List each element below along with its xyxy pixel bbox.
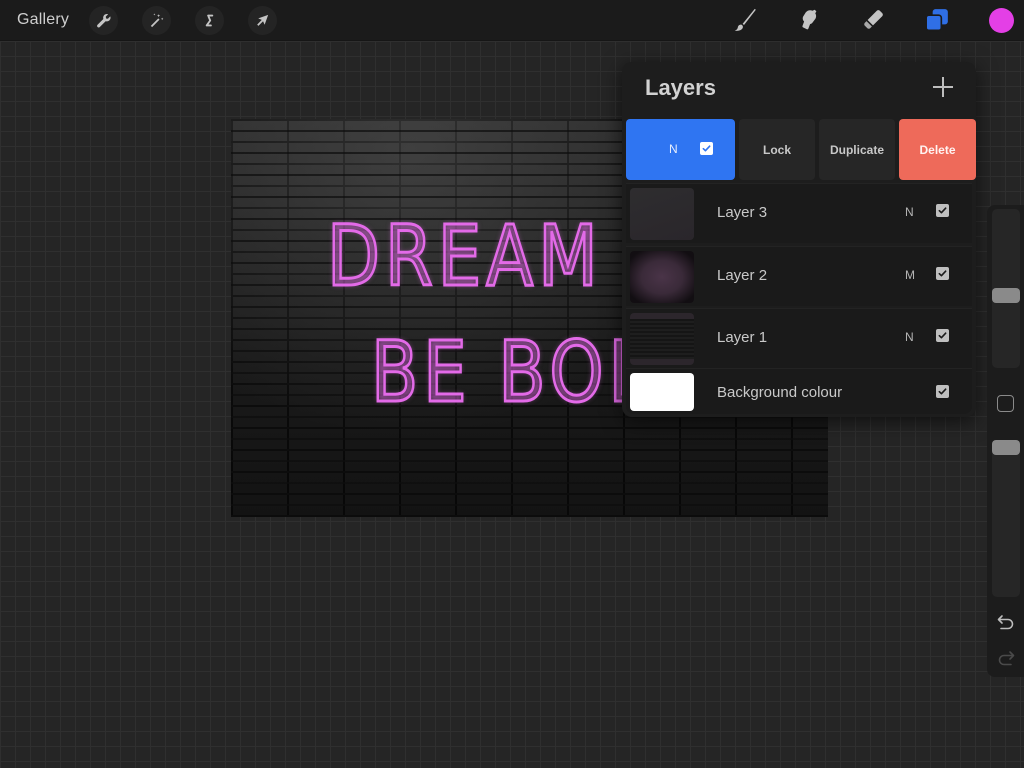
smudge-tool-button[interactable]	[794, 5, 824, 35]
brush-opacity-slider[interactable]	[992, 440, 1020, 597]
brush-size-slider-handle[interactable]	[992, 288, 1020, 303]
top-toolbar: Gallery	[0, 0, 1024, 41]
adjustments-button[interactable]	[142, 6, 171, 35]
color-picker-button[interactable]	[989, 8, 1014, 33]
undo-button[interactable]	[996, 613, 1016, 631]
layer-blend-mode[interactable]: N	[905, 205, 914, 219]
layer-visibility-checkbox[interactable]	[936, 385, 949, 398]
layer-visibility-checkbox[interactable]	[936, 267, 949, 280]
layer-thumbnail	[630, 188, 694, 240]
gallery-button[interactable]: Gallery	[17, 11, 69, 29]
checkmark-icon	[938, 388, 947, 395]
magic-wand-icon	[150, 13, 164, 28]
selection-s-icon	[205, 14, 214, 27]
delete-layer-button[interactable]: Delete	[899, 119, 976, 180]
selected-layer-blend-mode[interactable]: N	[669, 142, 678, 156]
eraser-tool-button[interactable]	[858, 5, 888, 35]
actions-button[interactable]	[89, 6, 118, 35]
arrow-cursor-icon	[257, 14, 269, 26]
layers-panel-title: Layers	[645, 75, 716, 100]
square-icon[interactable]	[997, 395, 1014, 412]
layer-row-background-colour[interactable]: Background colour	[626, 368, 972, 414]
brush-icon	[734, 8, 756, 31]
checkmark-icon	[938, 270, 947, 277]
brush-size-slider[interactable]	[992, 209, 1020, 368]
transform-button[interactable]	[248, 6, 277, 35]
background-colour-thumbnail	[630, 373, 694, 411]
wrench-icon	[97, 14, 111, 28]
redo-button[interactable]	[996, 649, 1016, 667]
duplicate-layer-button[interactable]: Duplicate	[819, 119, 895, 180]
layer-name: Layer 2	[717, 267, 768, 284]
checkmark-icon	[702, 145, 711, 152]
layer-blend-mode[interactable]: N	[905, 330, 914, 344]
selected-layer-swiped[interactable]: N	[626, 119, 735, 180]
smudge-finger-icon	[802, 9, 817, 30]
layer-visibility-checkbox[interactable]	[936, 204, 949, 217]
layer-thumbnail	[630, 251, 694, 303]
selection-button[interactable]	[195, 6, 224, 35]
layer-row-layer-1[interactable]: Layer 1 N	[626, 308, 972, 368]
right-sidebar	[987, 205, 1024, 677]
layer-name: Background colour	[717, 384, 843, 401]
layer-row-layer-2[interactable]: Layer 2 M	[626, 246, 972, 306]
layers-tool-button[interactable]	[922, 5, 952, 35]
brush-opacity-slider-handle[interactable]	[992, 440, 1020, 455]
layers-panel: Layers N Lock Duplicate Delete Layer 3 N…	[622, 62, 976, 417]
undo-arrow-icon	[997, 615, 1014, 630]
layer-thumbnail	[630, 313, 694, 365]
layer-name: Layer 3	[717, 204, 768, 221]
plus-icon[interactable]	[932, 76, 954, 98]
checkmark-icon	[938, 207, 947, 214]
brush-tool-button[interactable]	[730, 5, 760, 35]
layer-blend-mode[interactable]: M	[905, 268, 915, 282]
selected-layer-visibility-checkbox[interactable]	[700, 142, 713, 155]
layer-row-layer-3[interactable]: Layer 3 N	[626, 183, 972, 243]
layer-name: Layer 1	[717, 329, 768, 346]
lock-layer-button[interactable]: Lock	[739, 119, 815, 180]
layer-visibility-checkbox[interactable]	[936, 329, 949, 342]
redo-arrow-icon	[998, 651, 1015, 666]
eraser-icon	[864, 10, 883, 29]
layer-options-row: N Lock Duplicate Delete	[626, 119, 976, 180]
checkmark-icon	[938, 332, 947, 339]
layers-icon	[925, 9, 948, 32]
